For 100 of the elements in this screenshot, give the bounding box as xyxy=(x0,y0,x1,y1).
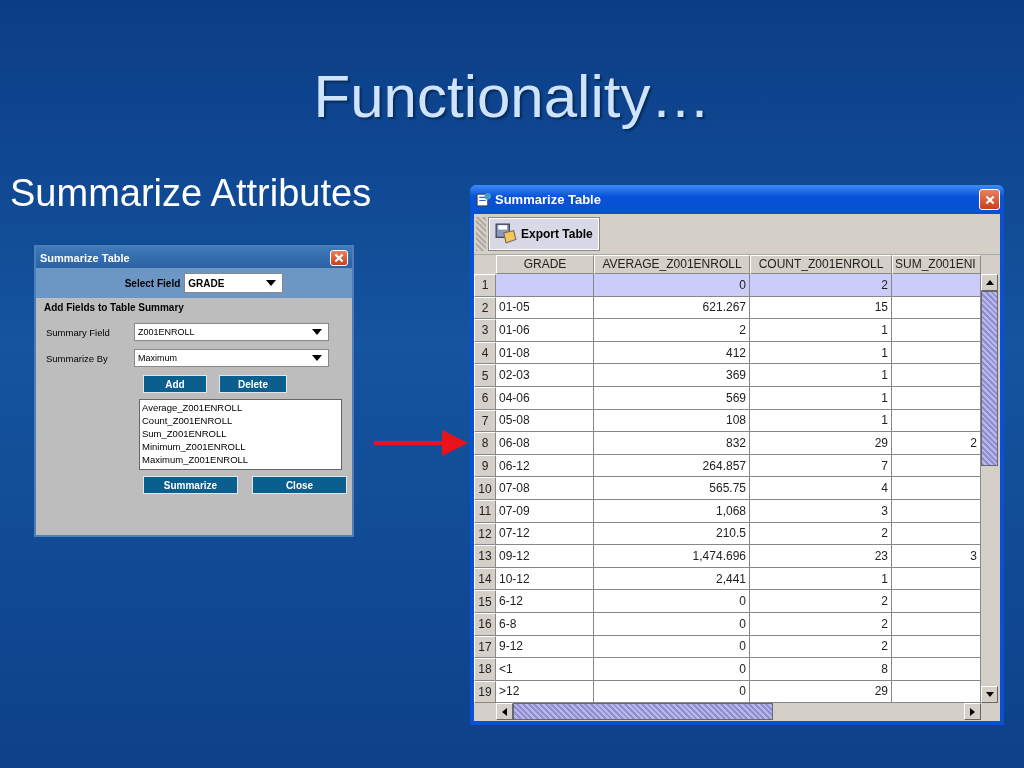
table-row[interactable]: 11 07-09 1,068 3 xyxy=(474,499,981,523)
table-cell: 06-08 xyxy=(496,432,594,455)
export-button[interactable]: Export Table xyxy=(489,218,599,250)
table-cell: 621.267 xyxy=(594,296,750,320)
table-row[interactable]: 13 09-12 1,474.696 23 3 xyxy=(474,545,981,568)
disk-icon xyxy=(495,223,517,245)
table-row[interactable]: 12 07-12 210.5 2 xyxy=(474,522,981,546)
table-cell: 0 xyxy=(594,658,750,681)
table-cell: 3 xyxy=(892,545,981,568)
row-number: 16 xyxy=(474,612,496,636)
table-cell: 04-06 xyxy=(496,386,594,410)
row-number: 6 xyxy=(474,386,496,410)
close-button[interactable] xyxy=(330,249,348,266)
list-item[interactable]: Sum_Z001ENROLL xyxy=(142,427,339,440)
scrollbar-thumb[interactable] xyxy=(981,291,998,466)
vertical-scrollbar[interactable] xyxy=(981,274,998,704)
close-button[interactable] xyxy=(979,189,1000,210)
table-cell: 108 xyxy=(594,409,750,433)
table-cell: 01-05 xyxy=(496,296,594,320)
table-cell: 02-03 xyxy=(496,364,594,387)
table-row[interactable]: 9 06-12 264.857 7 xyxy=(474,454,981,478)
list-item[interactable]: Average_Z001ENROLL xyxy=(142,401,339,414)
table-cell: 2 xyxy=(892,432,981,455)
table-cell: 1,474.696 xyxy=(594,545,750,568)
select-dropdown[interactable]: Maximum xyxy=(134,349,329,367)
table-row[interactable]: 18 <1 0 8 xyxy=(474,658,981,681)
table-row[interactable]: 7 05-08 108 1 xyxy=(474,409,981,433)
table-row[interactable]: 3 01-06 2 1 xyxy=(474,319,981,342)
select-dropdown[interactable]: Z001ENROLL xyxy=(134,323,329,341)
row-number: 7 xyxy=(474,409,496,433)
dialog-button[interactable]: Add xyxy=(143,375,207,393)
table-cell: 2 xyxy=(594,319,750,342)
table-cell: 0 xyxy=(594,590,750,613)
arrow-icon xyxy=(374,430,468,456)
row-number: 1 xyxy=(474,274,496,297)
scroll-left-button[interactable] xyxy=(496,703,513,721)
table-cell: 0 xyxy=(594,612,750,636)
dialog-button[interactable]: Close xyxy=(252,476,347,494)
table-row[interactable]: 17 9-12 0 2 xyxy=(474,635,981,659)
table-row[interactable]: 10 07-08 565.75 4 xyxy=(474,477,981,500)
scroll-down-button[interactable] xyxy=(981,686,998,704)
select-dropdown[interactable]: GRADE xyxy=(184,273,284,293)
table-cell: 6-8 xyxy=(496,612,594,636)
table-cell: 0 xyxy=(594,635,750,659)
column-header[interactable]: AVERAGE_Z001ENROLL xyxy=(594,255,750,274)
table-cell: 1 xyxy=(750,567,892,591)
table-cell: >12 xyxy=(496,680,594,704)
row-number: 14 xyxy=(474,567,496,591)
row-number: 19 xyxy=(474,680,496,704)
table-cell: 23 xyxy=(750,545,892,568)
table-row[interactable]: 8 06-08 832 29 2 xyxy=(474,432,981,455)
dialog-button[interactable]: Summarize xyxy=(143,476,238,494)
up-arrow-icon xyxy=(985,280,994,285)
column-header[interactable]: COUNT_Z001ENROLL xyxy=(750,255,892,274)
table-cell: 2 xyxy=(750,635,892,659)
list-item[interactable]: Minimum_Z001ENROLL xyxy=(142,440,339,453)
table-row[interactable]: 19 >12 0 29 xyxy=(474,680,981,704)
dialog-button[interactable]: Delete xyxy=(219,375,287,393)
row-number: 18 xyxy=(474,658,496,681)
table-cell: 1,068 xyxy=(594,499,750,523)
table-row[interactable]: 4 01-08 412 1 xyxy=(474,341,981,365)
slide-title: Functionality… xyxy=(313,62,711,132)
table-cell: 15 xyxy=(750,296,892,320)
table-cell: 210.5 xyxy=(594,522,750,546)
table-cell: 1 xyxy=(750,409,892,433)
scroll-right-button[interactable] xyxy=(964,703,981,721)
caret-icon xyxy=(312,329,322,335)
table-cell: 0 xyxy=(594,680,750,704)
table-row[interactable]: 1 0 2 xyxy=(474,274,981,297)
scroll-up-button[interactable] xyxy=(981,274,998,291)
table-row[interactable]: 6 04-06 569 1 xyxy=(474,386,981,410)
table-cell: 2 xyxy=(750,612,892,636)
table-cell: 01-06 xyxy=(496,319,594,342)
table-cell: 1 xyxy=(750,364,892,387)
table-cell: 2,441 xyxy=(594,567,750,591)
toolbar-grip[interactable] xyxy=(476,217,486,251)
list-item[interactable]: Maximum_Z001ENROLL xyxy=(142,453,339,466)
table-row[interactable]: 16 6-8 0 2 xyxy=(474,612,981,636)
scrollbar-thumb[interactable] xyxy=(513,703,773,721)
table-row[interactable]: 5 02-03 369 1 xyxy=(474,364,981,387)
table-row[interactable]: 14 10-12 2,441 1 xyxy=(474,567,981,591)
table-cell: 1 xyxy=(750,319,892,342)
table-cell: 832 xyxy=(594,432,750,455)
table-cell: 07-12 xyxy=(496,522,594,546)
table-row[interactable]: 15 6-12 0 2 xyxy=(474,590,981,613)
table-cell: 1 xyxy=(750,341,892,365)
table-cell: 01-08 xyxy=(496,341,594,365)
table-cell: 6-12 xyxy=(496,590,594,613)
table-row[interactable]: 2 01-05 621.267 15 xyxy=(474,296,981,320)
row-number: 12 xyxy=(474,522,496,546)
column-header[interactable]: SUM_Z001ENI xyxy=(892,255,981,274)
table-cell: 09-12 xyxy=(496,545,594,568)
table-cell: 3 xyxy=(750,499,892,523)
horizontal-scrollbar[interactable] xyxy=(496,703,981,721)
table-cell: 7 xyxy=(750,454,892,478)
list-item[interactable]: Count_Z001ENROLL xyxy=(142,414,339,427)
column-header[interactable]: GRADE xyxy=(496,255,594,274)
table-cell: 2 xyxy=(750,522,892,546)
window-icon xyxy=(476,192,491,207)
row-number: 5 xyxy=(474,364,496,387)
